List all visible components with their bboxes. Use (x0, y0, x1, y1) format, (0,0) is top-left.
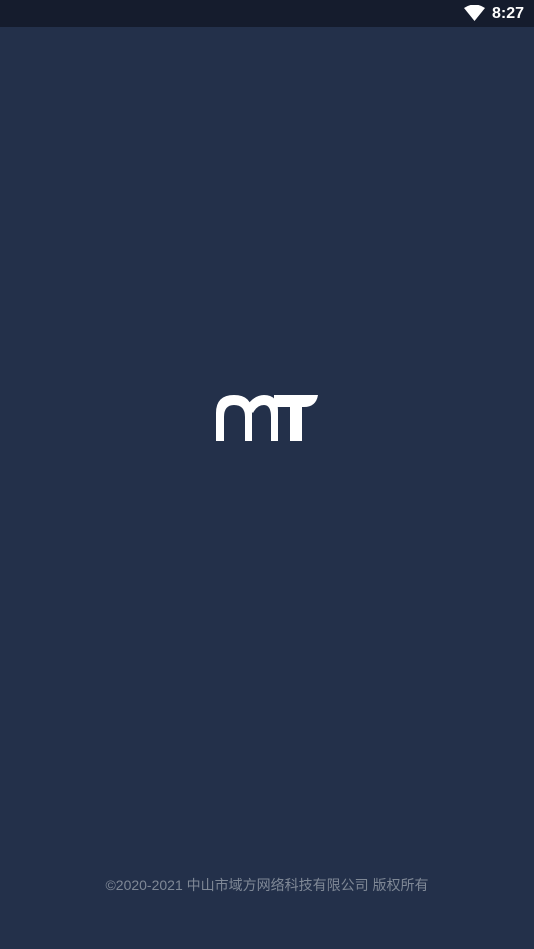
app-logo (216, 395, 318, 441)
wifi-icon (464, 5, 485, 21)
status-time: 8:27 (491, 5, 524, 22)
status-bar: 8:27 (0, 0, 534, 27)
splash-screen (0, 27, 534, 949)
copyright-text: ©2020-2021 中山市域方网络科技有限公司 版权所有 (105, 877, 429, 893)
